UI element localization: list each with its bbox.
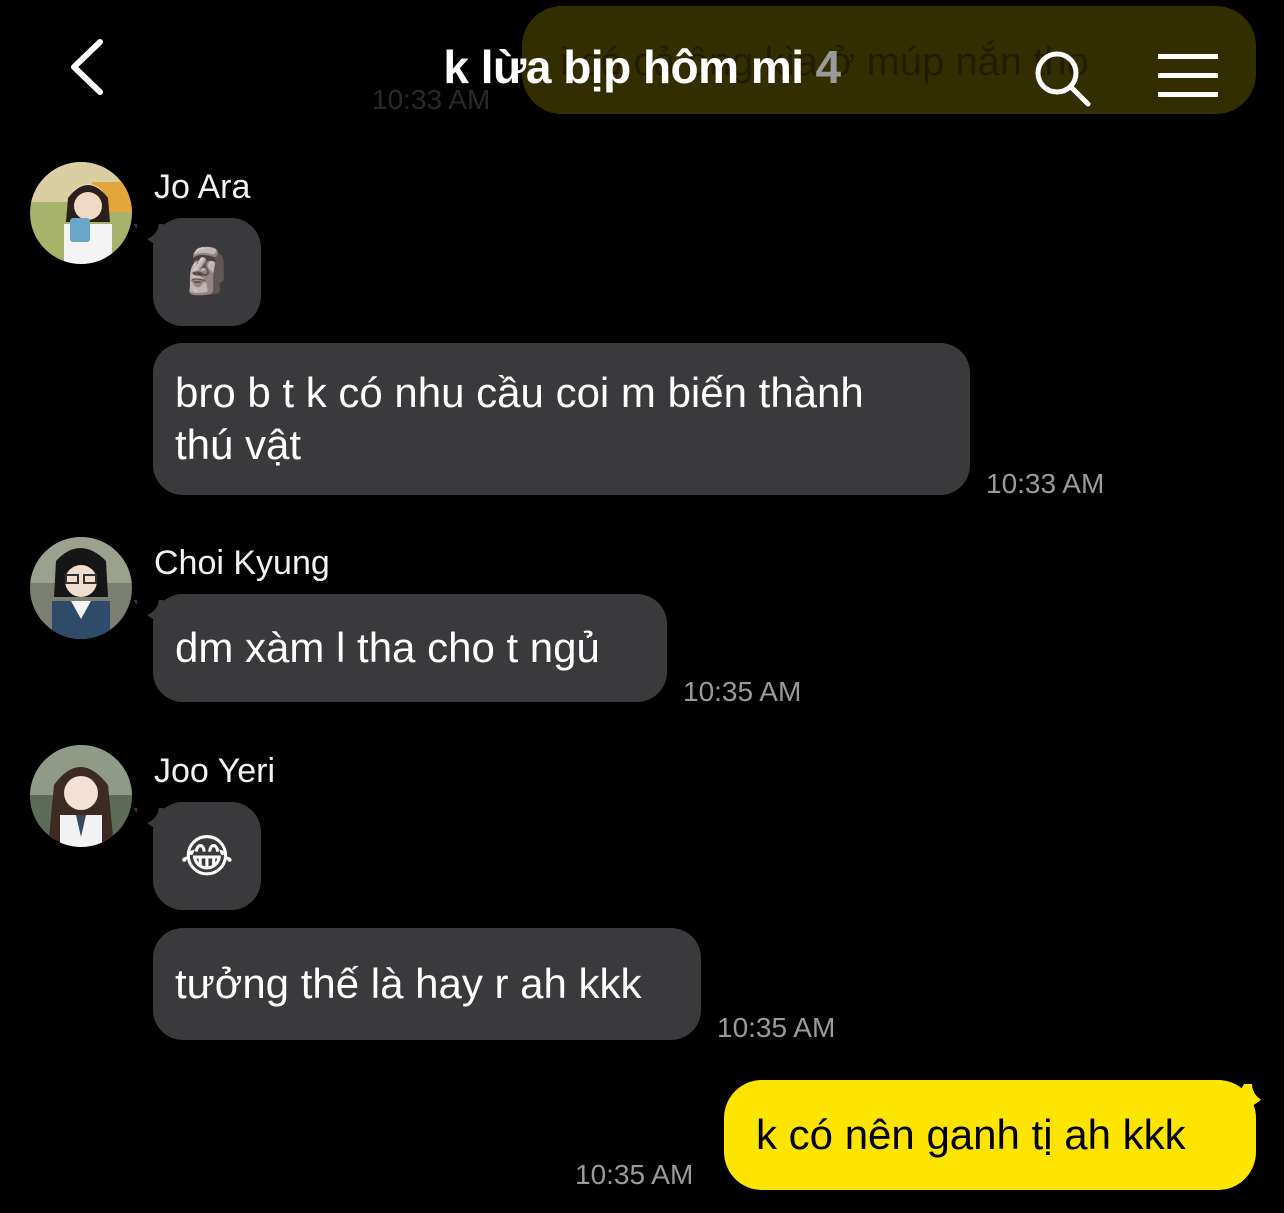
- message-text: dm xàm l tha cho t ngủ: [175, 624, 600, 671]
- my-message-time: 10:35 AM: [575, 1159, 694, 1190]
- search-icon: [1035, 51, 1091, 107]
- message-text: bro b t k có nhu cầu coi m biến thành th…: [175, 369, 864, 468]
- my-message-text: k có nên ganh tị ah kkk: [756, 1111, 1186, 1158]
- sender-name: Jo Ara: [154, 168, 251, 206]
- message-bubble[interactable]: 🗿: [137, 216, 261, 326]
- menu-button[interactable]: [1156, 52, 1220, 100]
- laughing-tears-emoji: 😂: [180, 830, 234, 882]
- message-bubble[interactable]: dm xàm l tha cho t ngủ: [137, 592, 667, 702]
- message-time: 10:35 AM: [717, 1012, 836, 1043]
- member-count: 4: [815, 41, 842, 93]
- avatar-choi-kyung[interactable]: [30, 537, 132, 639]
- message-text: tưởng thế là hay r ah kkk: [175, 960, 642, 1007]
- my-message-bubble[interactable]: k có nên ganh tị ah kkk: [724, 1076, 1276, 1190]
- sender-name: Choi Kyung: [154, 544, 330, 582]
- message-bubble[interactable]: bro b t k có nhu cầu coi m biến thành th…: [153, 343, 970, 495]
- hamburger-menu-icon: [1158, 54, 1218, 97]
- moai-emoji: 🗿: [179, 247, 235, 296]
- message-bubble[interactable]: tưởng thế là hay r ah kkk: [153, 928, 701, 1040]
- avatar-jo-ara[interactable]: [30, 162, 132, 264]
- message-time: 10:33 AM: [986, 468, 1105, 499]
- chat-title-text: k lừa bịp hôm mi: [443, 41, 804, 93]
- avatar-joo-yeri[interactable]: [30, 745, 132, 847]
- message-time: 10:35 AM: [683, 676, 802, 707]
- message-bubble[interactable]: 😂: [137, 800, 261, 910]
- chat-header: k lừa bịp hôm mi 4: [0, 0, 1284, 140]
- sender-name: Joo Yeri: [154, 752, 275, 790]
- search-button[interactable]: [1032, 48, 1094, 110]
